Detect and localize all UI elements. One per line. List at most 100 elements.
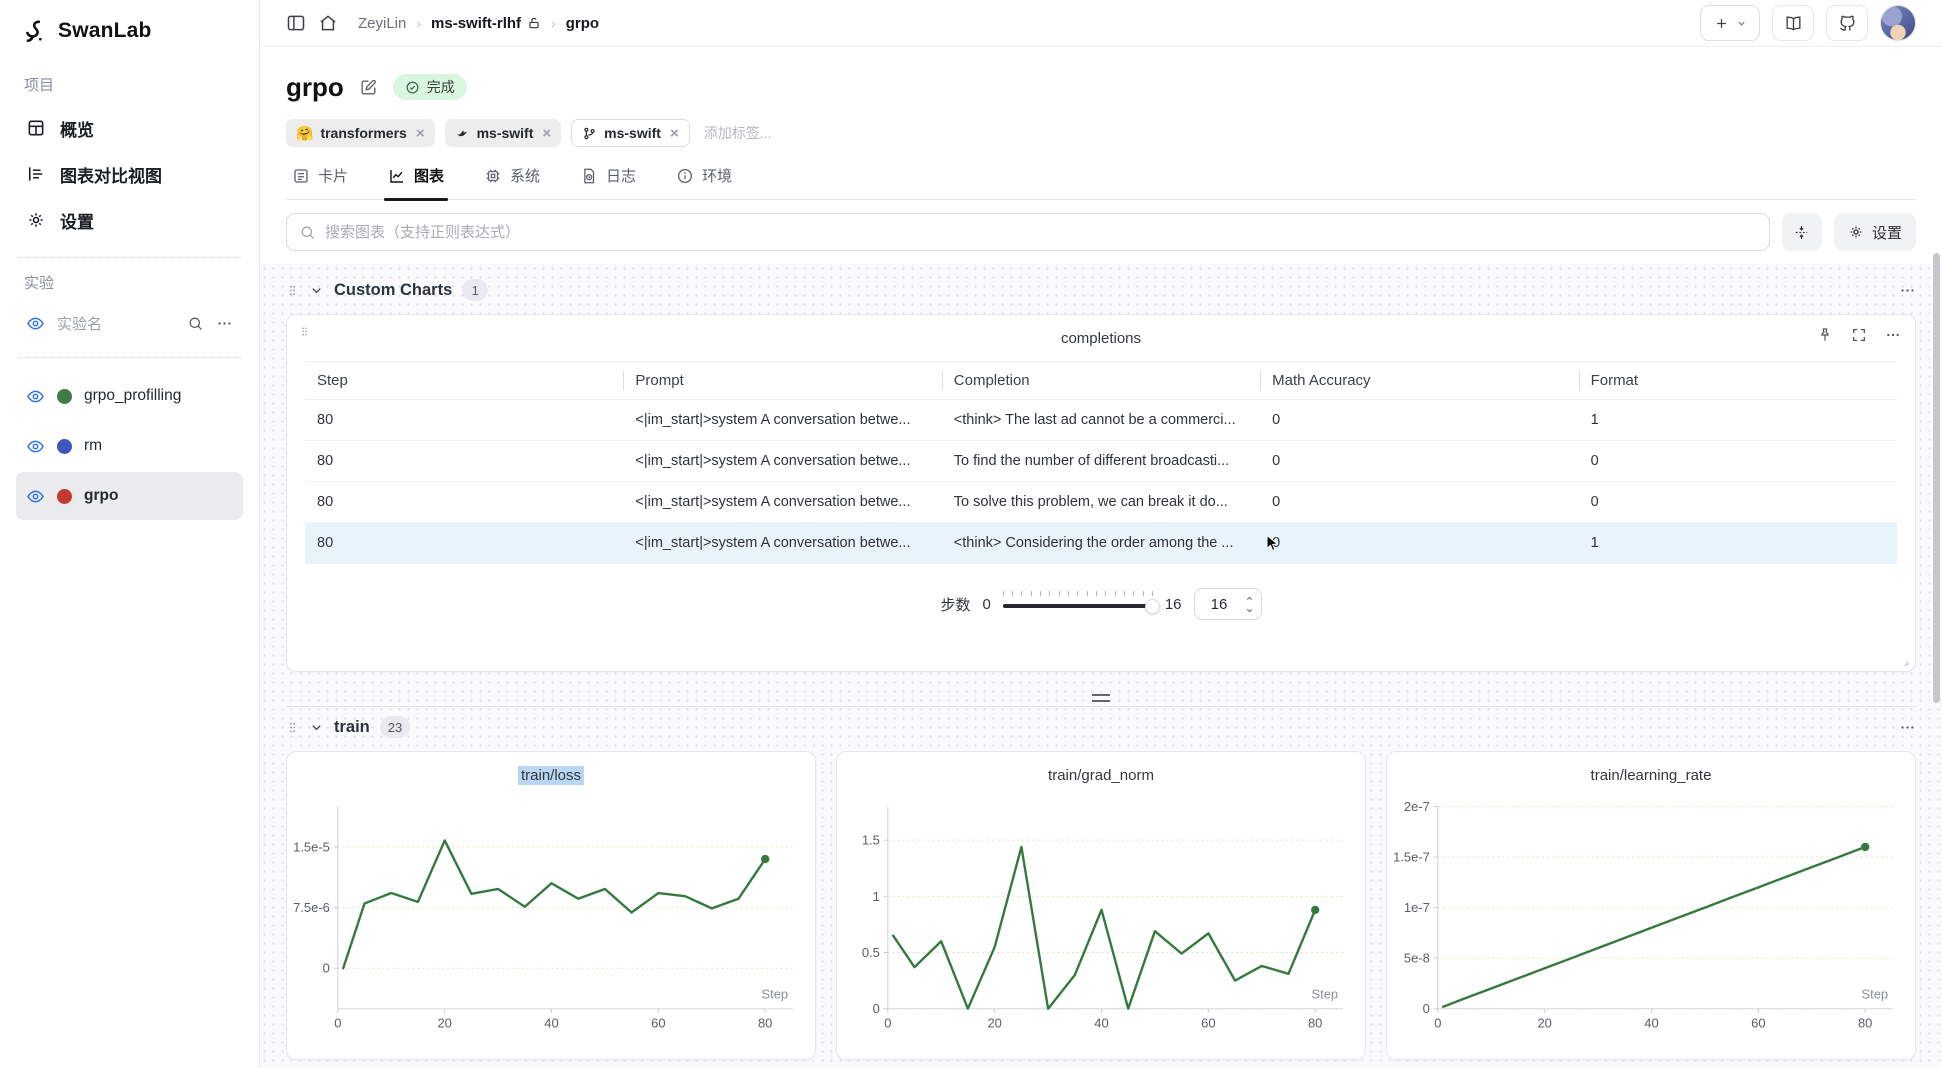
docs-button[interactable] (1772, 5, 1814, 41)
table-cell: To solve this problem, we can break it d… (942, 482, 1260, 523)
public-lock-icon (527, 16, 541, 30)
card-drag-handle-icon[interactable] (299, 325, 310, 338)
tags-row: 🤗transformers×ms-swift×ms-swift× 添加标签... (286, 119, 1916, 147)
column-header[interactable]: Step (305, 362, 623, 400)
user-avatar[interactable] (1880, 5, 1916, 41)
experiment-search-icon[interactable] (187, 315, 204, 332)
collapse-sections-button[interactable] (1782, 213, 1822, 251)
step-value-field[interactable] (1195, 596, 1244, 613)
experiment-item-grpo_profilling[interactable]: grpo_profilling (16, 372, 243, 420)
step-up-icon[interactable] (1244, 593, 1255, 604)
step-number-input[interactable] (1194, 588, 1262, 620)
breadcrumb-user[interactable]: ZeyiLin (358, 15, 406, 32)
tag-label: ms-swift (604, 125, 661, 141)
tab-log[interactable]: 日志 (580, 165, 636, 199)
tab-label: 系统 (510, 165, 540, 186)
remove-tag-icon[interactable]: × (542, 126, 551, 141)
chevron-down-icon (1736, 18, 1747, 29)
sidebar-toggle-icon[interactable] (286, 13, 306, 33)
slider-track[interactable] (1003, 604, 1153, 608)
svg-text:0: 0 (334, 1016, 341, 1031)
collapse-section-icon[interactable] (309, 720, 324, 735)
sidebar-item-gear[interactable]: 设置 (16, 197, 243, 243)
tab-card[interactable]: 卡片 (292, 165, 348, 199)
new-project-button[interactable] (1700, 5, 1760, 41)
table-cell: 0 (1260, 441, 1578, 482)
experiment-header: grpo 完成 (286, 67, 1916, 107)
svg-text:60: 60 (651, 1016, 665, 1031)
gear-icon (1848, 224, 1864, 240)
collapse-section-icon[interactable] (309, 283, 324, 298)
steppers (1244, 593, 1255, 616)
experiment-name: grpo_profilling (84, 387, 181, 405)
step-slider[interactable] (1003, 591, 1153, 617)
experiment-item-grpo[interactable]: grpo (16, 472, 243, 520)
visibility-eye-icon[interactable] (26, 387, 45, 406)
tag-label: ms-swift (477, 125, 534, 141)
toggle-all-visibility-icon[interactable] (26, 314, 45, 333)
pin-icon[interactable] (1817, 327, 1833, 343)
vertical-scrollbar[interactable] (1933, 253, 1940, 703)
column-header[interactable]: Completion (942, 362, 1260, 400)
column-header[interactable]: Format (1579, 362, 1897, 400)
remove-tag-icon[interactable]: × (670, 126, 679, 141)
chart-card-train-loss: train/loss07.5e-61.5e-5020406080Step (286, 751, 816, 1060)
cpu-icon (484, 167, 502, 185)
section-more-icon[interactable] (1899, 282, 1916, 299)
svg-text:40: 40 (1094, 1016, 1108, 1031)
tab-info[interactable]: 环境 (676, 165, 732, 199)
experiment-more-icon[interactable] (216, 315, 233, 332)
table-row[interactable]: 80<|im_start|>system A conversation betw… (305, 400, 1897, 441)
column-header[interactable]: Math Accuracy (1260, 362, 1578, 400)
card-resize-handle[interactable] (1899, 656, 1910, 667)
edit-title-icon[interactable] (359, 78, 378, 97)
card-more-icon[interactable] (1885, 327, 1901, 343)
card-icon (292, 167, 310, 185)
step-slider-min: 0 (982, 596, 990, 613)
hf-emoji-icon: 🤗 (296, 125, 313, 142)
breadcrumb-experiment[interactable]: grpo (566, 15, 599, 32)
line-chart-train-learning_rate[interactable]: 05e-81e-71.5e-72e-7020406080Step (1387, 798, 1915, 1060)
table-cell: 1 (1579, 523, 1897, 564)
breadcrumb-project[interactable]: ms-swift-rlhf (431, 15, 541, 32)
table-cell: 0 (1579, 441, 1897, 482)
drag-handle-icon[interactable] (286, 283, 299, 298)
experiment-item-rm[interactable]: rm (16, 422, 243, 470)
line-chart-train-grad_norm[interactable]: 00.511.5020406080Step (837, 798, 1365, 1060)
brand[interactable]: SwanLab (16, 0, 243, 62)
chart-search-box[interactable] (286, 213, 1770, 251)
sidebar-item-overview[interactable]: 概览 (16, 105, 243, 151)
visibility-eye-icon[interactable] (26, 487, 45, 506)
status-badge: 完成 (393, 74, 467, 100)
step-down-icon[interactable] (1244, 605, 1255, 616)
section-more-icon[interactable] (1899, 719, 1916, 736)
table-header-row: StepPromptCompletionMath AccuracyFormat (305, 362, 1897, 400)
remove-tag-icon[interactable]: × (416, 126, 425, 141)
svg-text:20: 20 (1537, 1016, 1551, 1031)
home-icon[interactable] (318, 13, 338, 33)
line-chart-train-loss[interactable]: 07.5e-61.5e-5020406080Step (287, 798, 815, 1060)
sidebar-item-compare[interactable]: 图表对比视图 (16, 151, 243, 197)
brand-name: SwanLab (58, 19, 152, 43)
table-row[interactable]: 80<|im_start|>system A conversation betw… (305, 441, 1897, 482)
fullscreen-icon[interactable] (1851, 327, 1867, 343)
chart-search-input[interactable] (325, 224, 1757, 241)
section-resize-handle[interactable] (1092, 694, 1110, 702)
tab-cpu[interactable]: 系统 (484, 165, 540, 199)
table-row[interactable]: 80<|im_start|>system A conversation betw… (305, 482, 1897, 523)
table-row[interactable]: 80<|im_start|>system A conversation betw… (305, 523, 1897, 564)
add-tag-button[interactable]: 添加标签... (704, 123, 772, 143)
visibility-eye-icon[interactable] (26, 437, 45, 456)
active-tab-indicator (384, 198, 448, 201)
sidebar-item-label: 概览 (60, 116, 94, 141)
step-slider-label: 步数 (940, 594, 970, 615)
github-button[interactable] (1826, 5, 1868, 41)
tab-chart[interactable]: 图表 (388, 165, 444, 199)
slider-thumb[interactable] (1145, 599, 1160, 614)
column-header[interactable]: Prompt (623, 362, 941, 400)
chart-title-text: train/loss (518, 766, 584, 785)
experiment-page: grpo 完成 🤗transformers×ms-swift×ms-swift×… (260, 47, 1942, 1068)
drag-handle-icon[interactable] (286, 720, 299, 735)
chart-settings-button[interactable]: 设置 (1834, 213, 1916, 251)
svg-text:40: 40 (544, 1016, 558, 1031)
